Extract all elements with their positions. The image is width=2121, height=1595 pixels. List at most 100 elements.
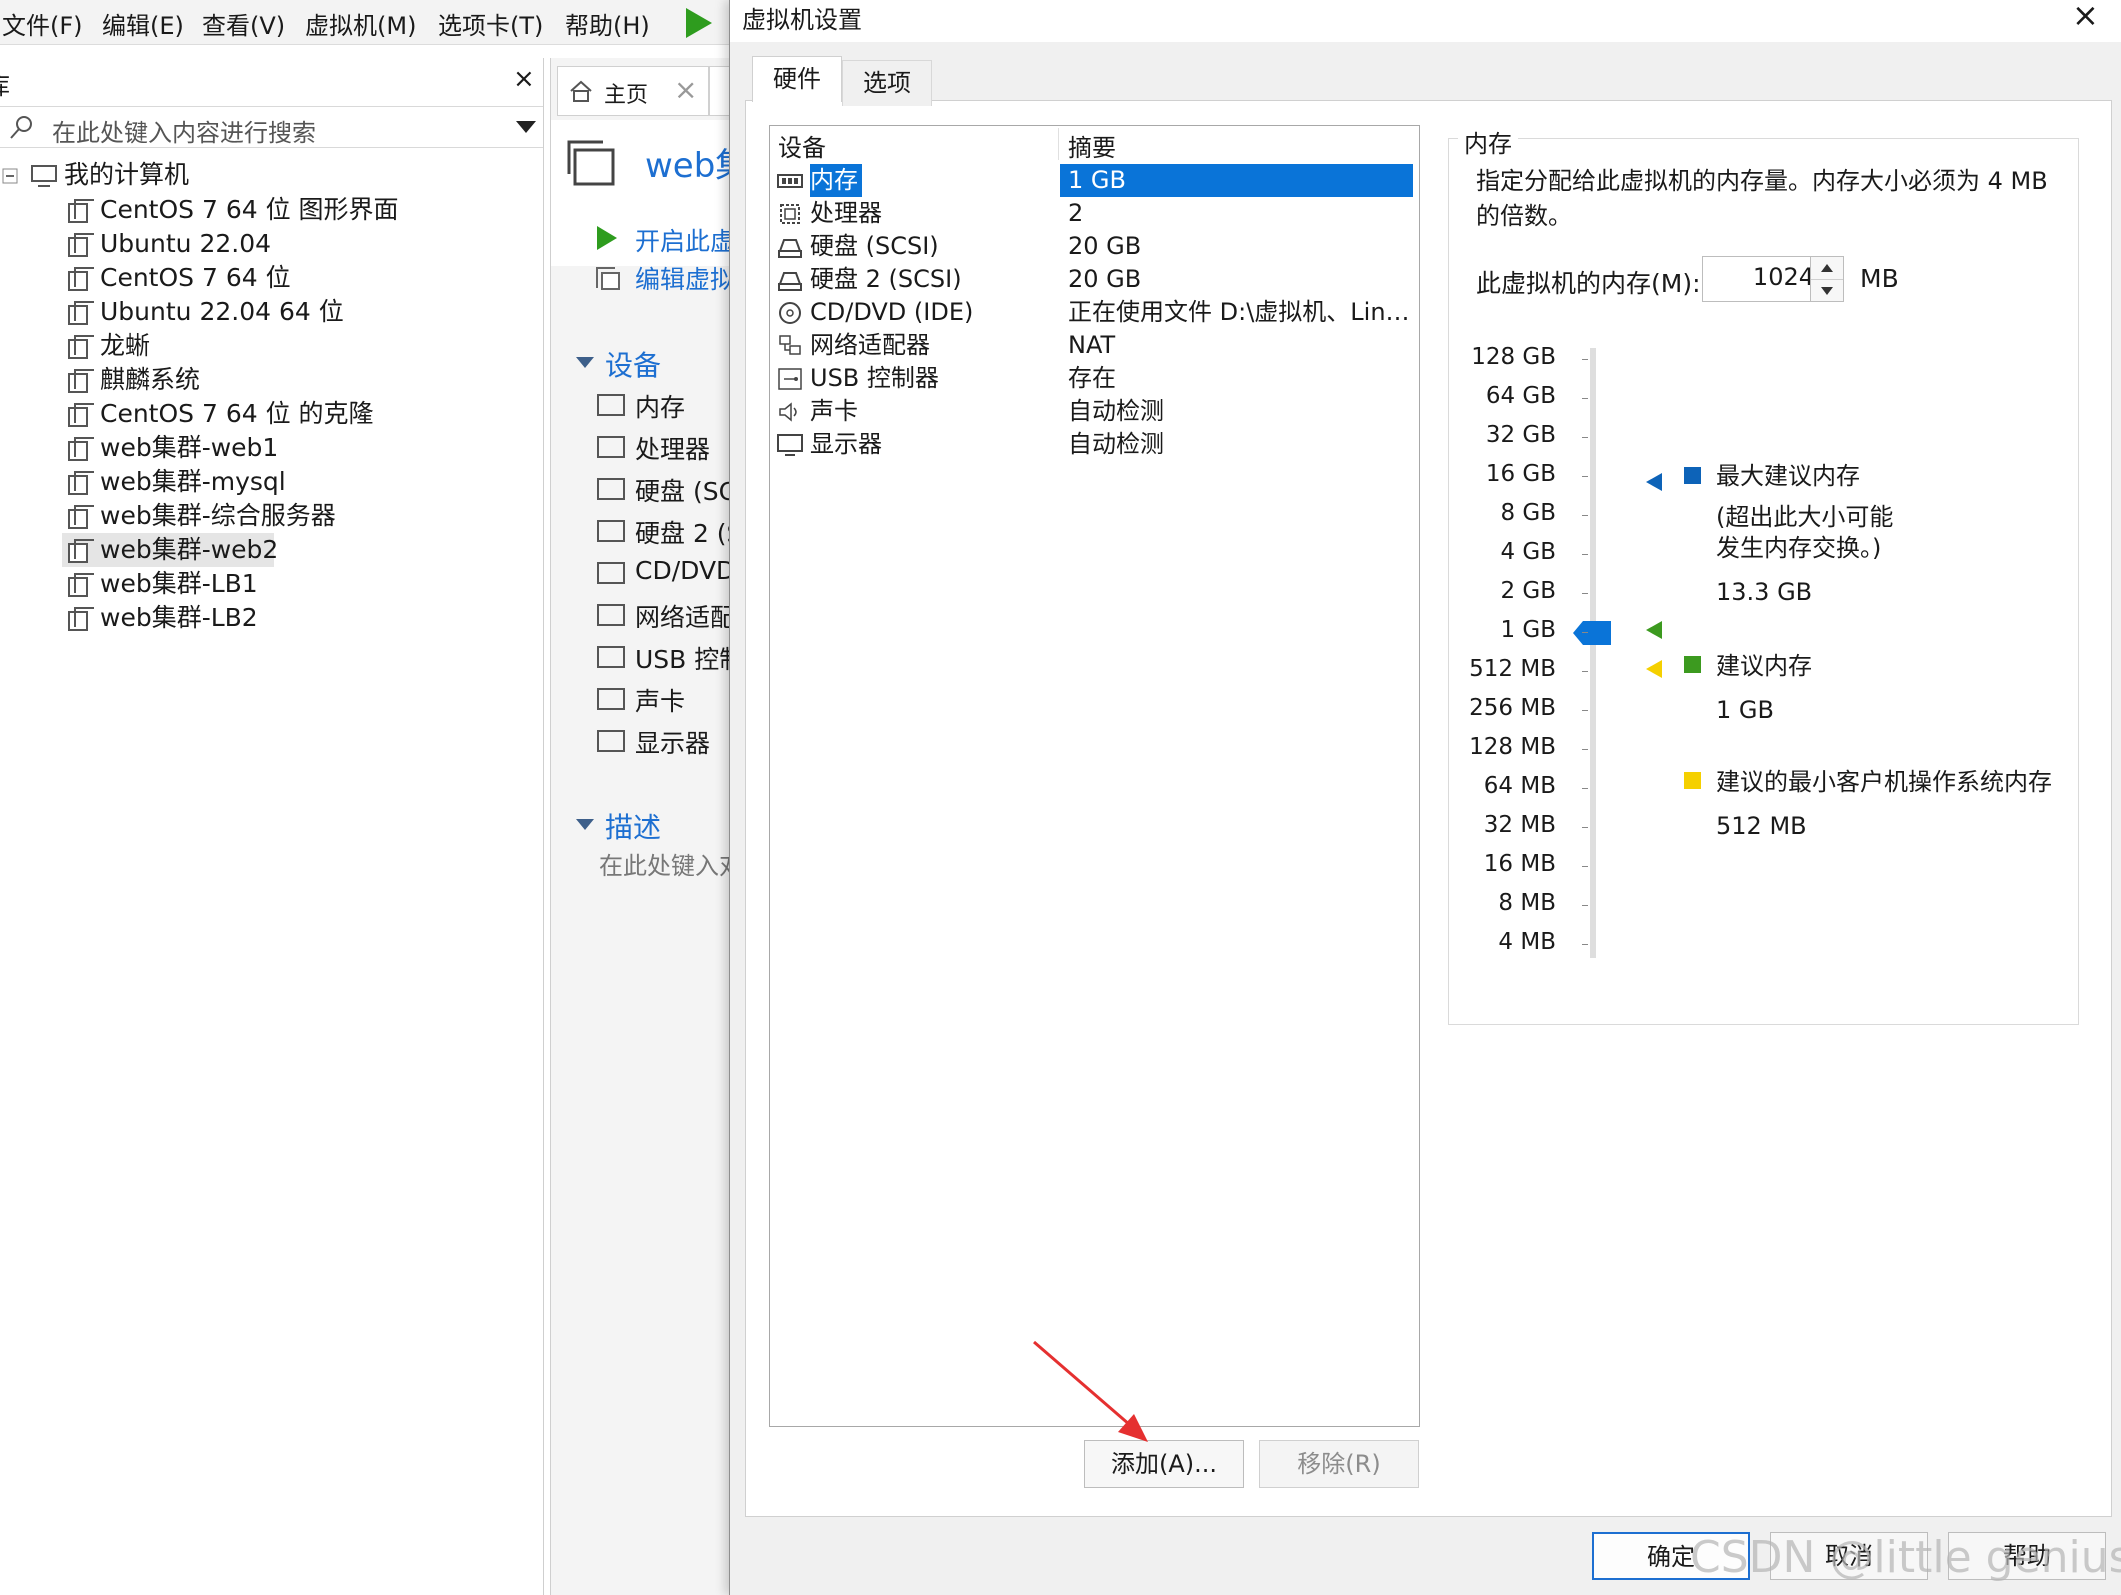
memory-description: 指定分配给此虚拟机的内存量。内存大小必须为 4 MB 的倍数。 xyxy=(1476,167,2048,230)
device-row[interactable]: 显示器 自动检测 xyxy=(770,428,1419,461)
devices-section-title[interactable]: 设备 xyxy=(605,344,661,384)
tree-vm-item[interactable]: Ubuntu 22.04 64 位 xyxy=(62,295,362,329)
start-vm-link[interactable]: 开启此虚 xyxy=(635,222,735,258)
remove-device-button[interactable]: 移除(R) xyxy=(1259,1440,1419,1488)
cpu-icon xyxy=(780,204,800,224)
memory-slider-track[interactable] xyxy=(1590,348,1596,958)
memory-spinner[interactable] xyxy=(1810,256,1844,302)
collapse-icon[interactable] xyxy=(2,168,18,184)
tree-vm-item[interactable]: web集群-LB2 xyxy=(62,601,362,635)
vm-icon xyxy=(68,539,94,563)
menu-help[interactable]: 帮助(H) xyxy=(565,6,650,41)
device-row[interactable]: 硬盘 2 (SCSI) 20 GB xyxy=(770,263,1419,296)
vm-icon xyxy=(68,369,94,393)
hardware-device-list[interactable]: 设备 摘要 内存 1 GB 处理器 2 硬盘 (SCSI) 20 GB 硬盘 2 (SCSI… xyxy=(769,125,1420,1427)
summary-device-link[interactable]: 硬盘 (SC xyxy=(635,472,736,508)
summary-device-link[interactable]: 硬盘 2 (S xyxy=(635,514,742,550)
summary-device-link[interactable]: 内存 xyxy=(635,388,685,424)
memory-scale-label: 2 GB xyxy=(1500,578,1556,604)
usb-icon xyxy=(778,368,802,390)
edit-vm-icon[interactable] xyxy=(593,262,623,292)
device-row[interactable]: 声卡 自动检测 xyxy=(770,395,1419,428)
vm-icon xyxy=(68,233,94,257)
devices-expand-icon[interactable] xyxy=(575,356,595,370)
summary-column-header[interactable]: 摘要 xyxy=(1068,128,1116,163)
tree-vm-item[interactable]: web集群-LB1 xyxy=(62,567,362,601)
summary-device-link[interactable]: 声卡 xyxy=(635,682,685,718)
tab-home-close-icon[interactable]: × xyxy=(674,73,697,106)
menu-edit[interactable]: 编辑(E) xyxy=(102,6,184,41)
summary-device-icon xyxy=(597,478,625,500)
library-search[interactable]: 在此处键入内容进行搜索 xyxy=(0,106,543,148)
tree-vm-item[interactable]: web集群-mysql xyxy=(62,465,362,499)
tree-root-label: 我的计算机 xyxy=(64,160,190,189)
device-row[interactable]: CD/DVD (IDE) 正在使用文件 D:\虚拟机、Linu... xyxy=(770,296,1419,329)
dialog-close-icon[interactable]: × xyxy=(2072,0,2099,34)
tab-home[interactable]: 主页 × xyxy=(557,66,709,116)
summary-device-link[interactable]: 处理器 xyxy=(635,430,710,466)
dropdown-arrow-icon[interactable] xyxy=(515,119,537,135)
watermark: CSDN @little genius167 xyxy=(1690,1532,2121,1583)
column-separator[interactable] xyxy=(1058,128,1059,160)
library-close-icon[interactable]: × xyxy=(513,64,535,94)
tree-vm-label: Ubuntu 22.04 64 位 xyxy=(100,297,344,326)
tree-vm-label: 麒麟系统 xyxy=(100,365,201,394)
vm-settings-dialog: 虚拟机设置 × 硬件 选项 设备 摘要 内存 1 GB 处理器 2 硬盘 (SCSI) 2… xyxy=(729,0,2121,1595)
add-device-button[interactable]: 添加(A)... xyxy=(1084,1440,1244,1488)
vm-icon xyxy=(68,267,94,291)
tree-vm-item[interactable]: web集群-web2 xyxy=(62,533,278,567)
device-name: 显示器 xyxy=(810,430,882,458)
tree-vm-label: CentOS 7 64 位 图形界面 xyxy=(100,195,399,224)
search-icon xyxy=(10,116,32,139)
summary-device-link[interactable]: 网络适配 xyxy=(635,598,735,634)
memory-input[interactable]: 1024 xyxy=(1702,256,1822,302)
menu-view[interactable]: 查看(V) xyxy=(202,6,285,41)
device-row[interactable]: 内存 1 GB xyxy=(770,164,1419,197)
tree-vm-item[interactable]: web集群-综合服务器 xyxy=(62,499,362,533)
start-vm-play-icon[interactable] xyxy=(595,224,619,252)
tree-vm-item[interactable]: CentOS 7 64 位 图形界面 xyxy=(62,193,399,227)
spin-down-icon[interactable] xyxy=(1820,286,1834,296)
power-on-play-icon[interactable] xyxy=(682,6,716,40)
tree-vm-item[interactable]: 龙蜥 xyxy=(62,329,362,363)
vm-icon xyxy=(68,573,94,597)
min-guest-swatch-icon xyxy=(1684,772,1701,789)
description-expand-icon[interactable] xyxy=(575,818,595,832)
memory-slider-thumb[interactable] xyxy=(1573,621,1611,645)
summary-device-link[interactable]: 显示器 xyxy=(635,724,710,760)
summary-device-link[interactable]: USB 控制 xyxy=(635,640,744,676)
memory-scale-label: 256 MB xyxy=(1469,695,1556,721)
description-input[interactable]: 在此处键入对 xyxy=(599,846,743,881)
tab-options[interactable]: 选项 xyxy=(842,60,932,106)
memory-scale-tick xyxy=(1582,788,1588,789)
summary-device-link[interactable]: CD/DVD xyxy=(635,556,735,585)
library-search-input[interactable]: 在此处键入内容进行搜索 xyxy=(52,113,316,148)
memory-field-label: 此虚拟机的内存(M): xyxy=(1476,269,1701,298)
edit-vm-link[interactable]: 编辑虚拟 xyxy=(635,260,735,296)
device-summary: 20 GB xyxy=(1068,265,1142,293)
tree-vm-item[interactable]: 麒麟系统 xyxy=(62,363,362,397)
memory-group-title: 内存 xyxy=(1458,124,1518,159)
tree-vm-label: 龙蜥 xyxy=(100,331,151,360)
description-section-title[interactable]: 描述 xyxy=(605,806,661,846)
device-row[interactable]: 处理器 2 xyxy=(770,197,1419,230)
tree-vm-label: web集群-web2 xyxy=(100,535,279,564)
menu-vm[interactable]: 虚拟机(M) xyxy=(305,6,416,41)
tree-vm-label: Ubuntu 22.04 xyxy=(100,229,272,258)
tab-hardware[interactable]: 硬件 xyxy=(752,56,842,102)
device-column-header[interactable]: 设备 xyxy=(778,128,826,163)
device-row[interactable]: 网络适配器 NAT xyxy=(770,329,1419,362)
device-row[interactable]: 硬盘 (SCSI) 20 GB xyxy=(770,230,1419,263)
menu-bar: 文件(F) 编辑(E) 查看(V) 虚拟机(M) 选项卡(T) 帮助(H) xyxy=(0,0,730,45)
menu-file[interactable]: 文件(F) xyxy=(2,6,83,41)
memory-scale-tick xyxy=(1582,866,1588,867)
tree-vm-item[interactable]: CentOS 7 64 位 xyxy=(62,261,362,295)
memory-input-value[interactable]: 1024 xyxy=(1753,263,1814,291)
spin-up-icon[interactable] xyxy=(1820,263,1834,273)
vm-icon xyxy=(68,335,94,359)
tree-vm-item[interactable]: web集群-web1 xyxy=(62,431,362,465)
tree-vm-item[interactable]: Ubuntu 22.04 xyxy=(62,227,362,261)
device-row[interactable]: USB 控制器 存在 xyxy=(770,362,1419,395)
tree-vm-item[interactable]: CentOS 7 64 位 的克隆 xyxy=(62,397,374,431)
menu-tabs[interactable]: 选项卡(T) xyxy=(438,6,543,41)
